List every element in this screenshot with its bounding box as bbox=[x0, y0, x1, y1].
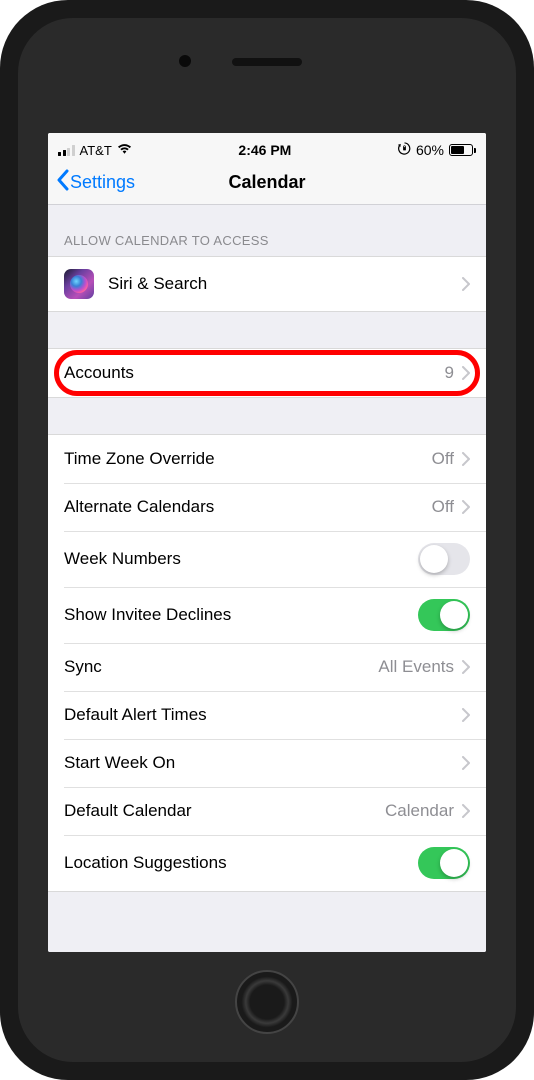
chevron-right-icon bbox=[462, 366, 470, 380]
earpiece-speaker bbox=[232, 58, 302, 66]
row-siri-search[interactable]: Siri & Search bbox=[48, 257, 486, 311]
section-header-access: ALLOW CALENDAR TO ACCESS bbox=[48, 205, 486, 256]
battery-icon bbox=[449, 144, 476, 156]
location-suggestions-toggle[interactable] bbox=[418, 847, 470, 879]
invitee-toggle[interactable] bbox=[418, 599, 470, 631]
start-week-label: Start Week On bbox=[64, 753, 462, 773]
phone-frame: AT&T 2:46 PM 60% bbox=[0, 0, 534, 1080]
chevron-right-icon bbox=[462, 277, 470, 291]
row-location-suggestions: Location Suggestions bbox=[48, 835, 486, 891]
default-calendar-label: Default Calendar bbox=[64, 801, 385, 821]
phone-bezel: AT&T 2:46 PM 60% bbox=[18, 18, 516, 1062]
accounts-label: Accounts bbox=[64, 363, 445, 383]
screen: AT&T 2:46 PM 60% bbox=[48, 133, 486, 952]
group-settings: Time Zone Override Off Alternate Calenda… bbox=[48, 434, 486, 892]
content-area: ALLOW CALENDAR TO ACCESS Siri & Search A… bbox=[48, 205, 486, 952]
chevron-right-icon bbox=[462, 452, 470, 466]
alternate-detail: Off bbox=[432, 497, 454, 517]
week-numbers-toggle[interactable] bbox=[418, 543, 470, 575]
signal-icon bbox=[58, 145, 75, 156]
front-camera bbox=[179, 55, 191, 67]
row-alternate-calendars[interactable]: Alternate Calendars Off bbox=[48, 483, 486, 531]
alternate-label: Alternate Calendars bbox=[64, 497, 432, 517]
group-accounts: Accounts 9 bbox=[48, 348, 486, 398]
timezone-detail: Off bbox=[432, 449, 454, 469]
carrier-label: AT&T bbox=[80, 143, 112, 158]
accounts-detail: 9 bbox=[445, 363, 454, 383]
default-calendar-detail: Calendar bbox=[385, 801, 454, 821]
row-timezone-override[interactable]: Time Zone Override Off bbox=[48, 435, 486, 483]
row-sync[interactable]: Sync All Events bbox=[48, 643, 486, 691]
battery-percent: 60% bbox=[416, 142, 444, 158]
location-suggestions-label: Location Suggestions bbox=[64, 853, 418, 873]
row-default-alert-times[interactable]: Default Alert Times bbox=[48, 691, 486, 739]
sync-label: Sync bbox=[64, 657, 378, 677]
row-start-week-on[interactable]: Start Week On bbox=[48, 739, 486, 787]
row-accounts[interactable]: Accounts 9 bbox=[48, 349, 486, 397]
row-default-calendar[interactable]: Default Calendar Calendar bbox=[48, 787, 486, 835]
home-button[interactable] bbox=[235, 970, 299, 1034]
timezone-label: Time Zone Override bbox=[64, 449, 432, 469]
siri-label: Siri & Search bbox=[108, 274, 462, 294]
week-numbers-label: Week Numbers bbox=[64, 549, 418, 569]
row-week-numbers: Week Numbers bbox=[48, 531, 486, 587]
chevron-right-icon bbox=[462, 708, 470, 722]
chevron-right-icon bbox=[462, 756, 470, 770]
chevron-right-icon bbox=[462, 660, 470, 674]
invitee-label: Show Invitee Declines bbox=[64, 605, 418, 625]
row-invitee-declines: Show Invitee Declines bbox=[48, 587, 486, 643]
nav-bar: Settings Calendar bbox=[48, 161, 486, 205]
sync-detail: All Events bbox=[378, 657, 454, 677]
wifi-icon bbox=[117, 143, 132, 158]
group-siri: Siri & Search bbox=[48, 256, 486, 312]
status-bar: AT&T 2:46 PM 60% bbox=[48, 133, 486, 161]
status-time: 2:46 PM bbox=[238, 142, 291, 158]
chevron-right-icon bbox=[462, 804, 470, 818]
page-title: Calendar bbox=[48, 172, 486, 193]
chevron-right-icon bbox=[462, 500, 470, 514]
default-alert-label: Default Alert Times bbox=[64, 705, 462, 725]
siri-icon bbox=[64, 269, 94, 299]
rotation-lock-icon bbox=[398, 142, 411, 158]
